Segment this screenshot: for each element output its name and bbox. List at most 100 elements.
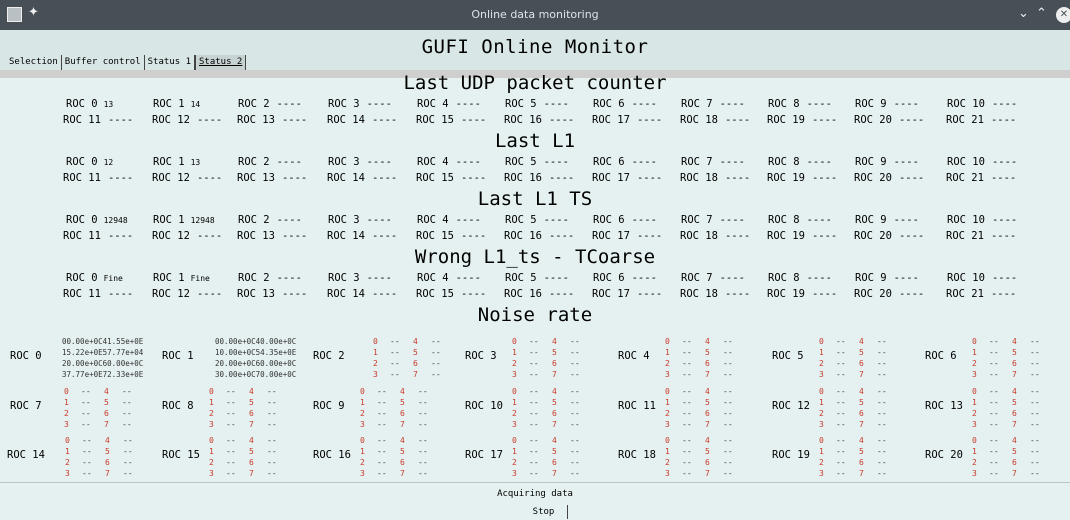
channel-rate: -- [877, 436, 887, 445]
channel-rate: -- [989, 359, 999, 368]
roc-status-item: ROC 6 ---- [593, 214, 657, 226]
roc-status-item: ROC 11 ---- [63, 230, 133, 242]
channel-number: 6 [400, 458, 405, 467]
window-title: Online data monitoring [471, 8, 599, 21]
roc-value: ---- [811, 230, 838, 242]
roc-value: ---- [107, 172, 134, 184]
stop-button[interactable]: Stop [520, 505, 568, 519]
channel-rate: -- [877, 398, 887, 407]
channel-rate: -- [570, 420, 580, 429]
channel-rate: -- [570, 447, 580, 456]
roc-label: ROC 15 [416, 114, 454, 126]
roc-status-item: ROC 17 ---- [592, 288, 662, 300]
roc-status-item: ROC 3 ---- [328, 272, 392, 284]
noise-roc-label: ROC 7 [10, 400, 42, 412]
roc-label: ROC 21 [946, 114, 984, 126]
channel-number: 7 [552, 469, 557, 478]
channel-rate: -- [570, 387, 580, 396]
roc-status-item: ROC 17 ---- [592, 230, 662, 242]
roc-value: 12948 [190, 216, 215, 225]
channel-number: 2 [665, 458, 670, 467]
channel-number: 4 [859, 337, 864, 346]
roc-status-item: ROC 11 ---- [63, 288, 133, 300]
roc-value: ---- [543, 156, 569, 168]
channel-rate: -- [122, 398, 132, 407]
minimize-icon[interactable]: ⌄ [1018, 6, 1029, 21]
channel-rate: -- [226, 447, 236, 456]
roc-status-item: ROC 11 ---- [63, 172, 133, 184]
channel-number: 6 [249, 458, 254, 467]
channel-rate: -- [1030, 370, 1040, 379]
tab-status-1[interactable]: Status 1 [145, 55, 195, 70]
roc-label: ROC 8 [768, 156, 800, 168]
roc-value: ---- [543, 214, 569, 226]
roc-label: ROC 18 [680, 172, 718, 184]
roc-label: ROC 13 [237, 172, 275, 184]
channel-rate: -- [267, 447, 277, 456]
noise-roc-label: ROC 3 [465, 350, 497, 362]
roc-value: ---- [366, 214, 392, 226]
roc-label: ROC 5 [505, 214, 537, 226]
roc-label: ROC 15 [416, 230, 454, 242]
roc-label: ROC 1 [153, 156, 185, 168]
roc-status-item: ROC 10 ---- [947, 272, 1017, 284]
roc-status-item: ROC 5 ---- [505, 98, 569, 110]
channel-number: 7 [1012, 370, 1017, 379]
channel-number: 4 [859, 436, 864, 445]
channel-number: 7 [859, 420, 864, 429]
channel-rate: -- [877, 409, 887, 418]
channel-number: 3 [373, 370, 378, 379]
channel-number: 1 [512, 348, 517, 357]
channel-rate: -- [877, 359, 887, 368]
maximize-icon[interactable]: ⌃ [1036, 6, 1047, 21]
channel-rate: -- [723, 436, 733, 445]
roc-value: ---- [276, 272, 302, 284]
channel-number: 2 [373, 359, 378, 368]
roc-label: ROC 12 [152, 114, 190, 126]
channel-number: 2 [64, 409, 69, 418]
channel-number: 5 [1012, 398, 1017, 407]
channel-rate: -- [570, 469, 580, 478]
roc-status-item: ROC 9 ---- [855, 214, 919, 226]
tab-bar: Selection Buffer control Status 1 Status 2 [6, 55, 247, 70]
channel-rate: -- [431, 359, 441, 368]
roc-value: ---- [107, 230, 134, 242]
roc-status-item: ROC 6 ---- [593, 272, 657, 284]
close-icon[interactable]: ✕ [1056, 7, 1070, 23]
channel-rate: -- [123, 458, 133, 467]
roc-status-item: ROC 14 ---- [327, 114, 397, 126]
roc-label: ROC 19 [767, 288, 805, 300]
channel-number: 7 [105, 469, 110, 478]
roc-label: ROC 0 [66, 156, 98, 168]
channel-rate: -- [836, 447, 846, 456]
noise-rate-line: 30.00e+0C70.00e+0C [215, 370, 297, 379]
channel-number: 3 [665, 420, 670, 429]
channel-rate: -- [682, 337, 692, 346]
channel-rate: -- [682, 348, 692, 357]
tab-status-2[interactable]: Status 2 [195, 55, 247, 70]
channel-rate: -- [682, 447, 692, 456]
channel-rate: -- [82, 447, 92, 456]
channel-rate: -- [390, 359, 400, 368]
channel-rate: -- [377, 436, 387, 445]
roc-value: 14 [190, 100, 201, 109]
channel-number: 4 [705, 337, 710, 346]
channel-rate: -- [877, 469, 887, 478]
channel-number: 4 [552, 337, 557, 346]
tab-selection[interactable]: Selection [6, 55, 62, 70]
channel-number: 2 [360, 458, 365, 467]
roc-status-item: ROC 21 ---- [946, 230, 1016, 242]
channel-rate: -- [529, 398, 539, 407]
roc-value: ---- [991, 214, 1018, 226]
channel-number: 4 [400, 387, 405, 396]
channel-rate: -- [267, 469, 277, 478]
roc-label: ROC 3 [328, 156, 360, 168]
tab-buffer-control[interactable]: Buffer control [62, 55, 145, 70]
roc-value: ---- [276, 156, 302, 168]
roc-status-item: ROC 4 ---- [417, 272, 481, 284]
roc-label: ROC 8 [768, 214, 800, 226]
channel-number: 0 [209, 436, 214, 445]
roc-status-item: ROC 5 ---- [505, 272, 569, 284]
channel-number: 1 [972, 447, 977, 456]
channel-number: 1 [360, 398, 365, 407]
